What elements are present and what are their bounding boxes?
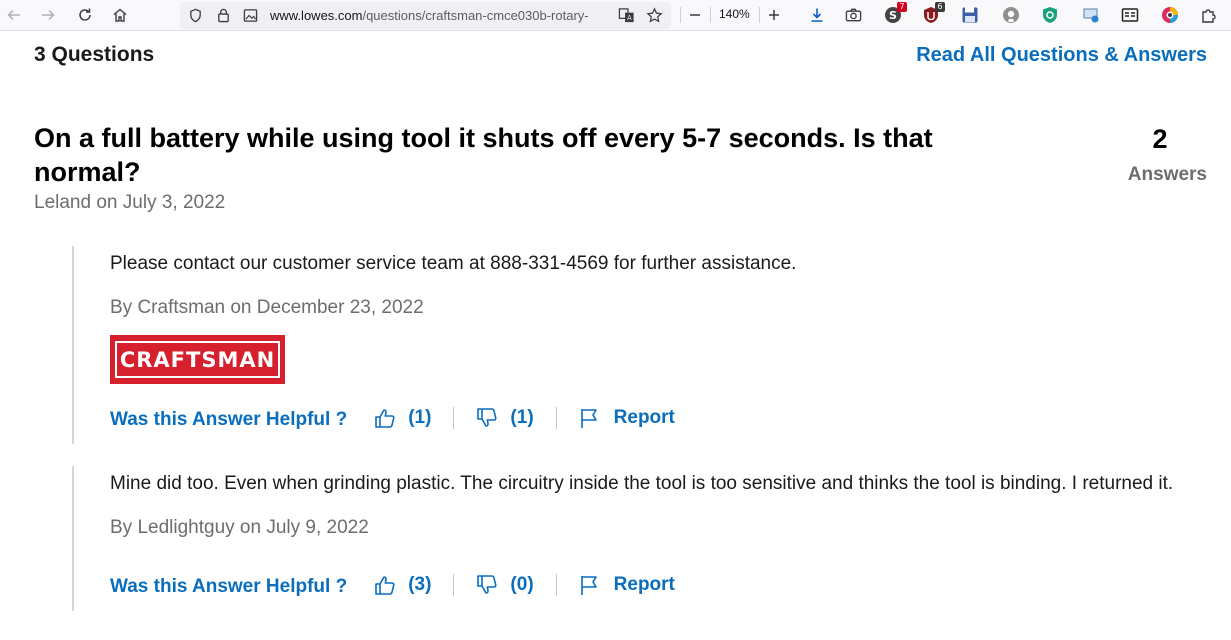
thumbs-down-icon [477,575,497,594]
thumbs-up-icon [375,409,395,428]
shield-icon [190,8,201,23]
helpful-prompt: Was this Answer Helpful ? [110,409,348,430]
answers-count: 2 [1152,124,1168,154]
vote-divider [555,407,557,429]
extension-2-button[interactable]: 6 [922,2,945,24]
report-label: Report [613,574,675,595]
helpful-row: Was this Answer Helpful ? (3) (0) Report [110,570,675,600]
color-wheel-icon [1162,7,1178,23]
zoom-in-button[interactable] [762,4,786,26]
zoom-out-button[interactable] [683,4,707,26]
downloads-button[interactable] [805,4,829,26]
toolbar-divider [710,7,711,23]
floppy-disk-icon [962,7,978,23]
thumbs-up-icon [375,576,395,595]
bookmark-star-icon[interactable] [646,7,663,24]
answer-card: Mine did too. Even when grinding plastic… [72,466,1222,611]
screenshot-button[interactable] [841,4,865,26]
vpn-extension-button[interactable] [1041,6,1059,24]
home-icon [113,8,127,22]
extensions-menu-button[interactable] [1200,6,1218,24]
helpful-row: Was this Answer Helpful ? (1) (1) Report [110,403,675,433]
zoom-level[interactable]: 140% [719,7,750,21]
flag-icon [580,409,597,428]
upvote-button[interactable]: (3) [374,574,431,596]
downvote-count: (0) [510,574,534,595]
craftsman-logo: CRAFTSMAN [110,335,285,384]
cloud-extension-button[interactable] [1082,6,1100,24]
toolbar-divider [680,7,681,23]
upvote-count: (3) [408,574,432,595]
home-button[interactable] [108,4,132,26]
lock-icon [218,8,229,23]
vote-divider [453,407,455,429]
answer-text: Please contact our customer service team… [110,253,797,274]
forward-button[interactable] [36,4,60,26]
flag-icon [580,576,597,595]
answer-text: Mine did too. Even when grinding plastic… [110,473,1174,494]
answer-byline: By Craftsman on December 23, 2022 [110,297,424,318]
reader-view-icon [1121,8,1139,22]
report-label: Report [613,407,675,428]
thumbs-down-icon [477,408,497,427]
url-text: www.lowes.com/questions/craftsman-cmce03… [270,8,589,23]
svg-text:A: A [627,14,632,22]
cloud-icon [1083,8,1099,23]
download-icon [811,8,823,22]
translate-icon[interactable]: A [618,7,635,24]
address-bar[interactable]: www.lowes.com/questions/craftsman-cmce03… [180,2,671,29]
answer-card: Please contact our customer service team… [72,246,1222,444]
report-button[interactable]: Report [579,574,675,596]
question-author-date: Leland on July 3, 2022 [34,192,226,213]
question-title: On a full battery while using tool it sh… [34,123,933,187]
extension-1-badge: 7 [897,2,907,12]
minus-icon [690,14,700,16]
github-extension-button[interactable] [1002,6,1020,24]
downvote-button[interactable]: (1) [476,407,534,429]
downvote-button[interactable]: (0) [476,574,534,596]
questions-count: 3 Questions [34,43,155,66]
reload-button[interactable] [73,4,97,26]
upvote-button[interactable]: (1) [374,407,431,429]
reload-icon [79,8,91,21]
svg-text:S: S [889,9,897,22]
report-button[interactable]: Report [579,407,675,429]
extension-1-button[interactable]: S 7 [884,2,907,24]
camera-icon [845,8,861,22]
craftsman-logo-text: CRAFTSMAN [115,341,280,378]
color-extension-button[interactable] [1161,6,1179,24]
shield-check-icon [1043,7,1057,23]
back-button[interactable] [2,4,26,26]
answers-count-label: Answers [1127,164,1207,185]
plus-icon [769,10,779,20]
helpful-prompt: Was this Answer Helpful ? [110,576,348,597]
github-icon [1003,7,1019,23]
save-extension-button[interactable] [961,6,979,24]
forward-arrow-icon [42,9,55,21]
back-arrow-icon [7,9,20,21]
page-image-icon [243,9,258,22]
extension-2-badge: 6 [935,2,945,12]
puzzle-piece-icon [1202,9,1216,23]
browser-toolbar: www.lowes.com/questions/craftsman-cmce03… [0,0,1231,31]
answer-byline: By Ledlightguy on July 9, 2022 [110,517,369,538]
vote-divider [555,574,557,596]
toolbar-divider [759,7,760,23]
downvote-count: (1) [510,407,534,428]
upvote-count: (1) [408,407,432,428]
vote-divider [453,574,455,596]
read-all-questions-link[interactable]: Read All Questions & Answers [916,44,1207,67]
reader-extension-button[interactable] [1121,6,1139,24]
